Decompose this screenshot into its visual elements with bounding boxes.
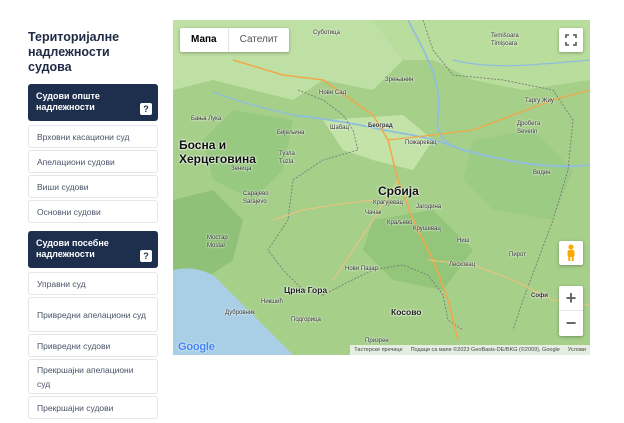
street-view-button[interactable] xyxy=(559,241,583,265)
map-label-sarajevo: Сарајево Sarajevo xyxy=(243,191,269,205)
map-label-bosnia: Босна и Херцеговина xyxy=(179,138,256,166)
map-label-krusevac: Крушевац xyxy=(413,226,441,232)
map-label-pozarevac: Пожаревац xyxy=(405,140,437,146)
group-header-label: Судови опште надлежности xyxy=(36,91,100,112)
map-attribution: Тастерске пречице Подаци са мапе ©2023 G… xyxy=(350,345,590,355)
fullscreen-icon xyxy=(565,34,577,46)
map-label-timisoara: Temišoara Timișoara xyxy=(491,33,519,47)
general-courts-group: Судови опште надлежности ? Врховни касац… xyxy=(28,84,158,223)
map-type-map-button[interactable]: Мапа xyxy=(180,28,229,52)
group-header-general-courts[interactable]: Судови опште надлежности ? xyxy=(28,84,158,121)
map-label-tuzla: Тузла Tuzla xyxy=(279,151,295,165)
list-item-misdemeanor-courts[interactable]: Прекршајни судови xyxy=(28,396,158,419)
help-icon[interactable]: ? xyxy=(140,103,152,115)
map-label-cacak: Чачак xyxy=(365,210,382,216)
map-label-sofija: Софи xyxy=(531,293,548,299)
map-view[interactable]: Босна и Херцеговина Србија Црна Гора Кос… xyxy=(173,20,590,355)
pegman-icon xyxy=(567,244,575,261)
list-item-commercial-courts[interactable]: Привредни судови xyxy=(28,334,158,357)
zoom-in-button[interactable]: + xyxy=(559,286,583,311)
google-logo: Google xyxy=(178,341,215,353)
map-label-nis: Ниш xyxy=(457,238,470,244)
map-type-satellite-button[interactable]: Сателит xyxy=(229,28,289,52)
list-item-basic-courts[interactable]: Основни судови xyxy=(28,200,158,223)
list-item-supreme-cassation-court[interactable]: Врховни касациони суд xyxy=(28,125,158,148)
map-label-zenica: Зеница xyxy=(231,166,252,172)
map-label-beograd: Београд xyxy=(368,123,393,129)
map-label-niksic: Никшић xyxy=(261,299,283,305)
zoom-out-button[interactable]: − xyxy=(559,311,583,336)
map-data-text: Подаци са мапе ©2023 GeoBasis-DE/BKG (©2… xyxy=(410,347,560,353)
list-item-appellate-courts[interactable]: Апелациони судови xyxy=(28,150,158,173)
map-label-dubrovnik: Дубровник xyxy=(225,310,255,316)
court-sidebar: Територијалне надлежности судова Судови … xyxy=(28,30,158,419)
special-courts-group: Судови посебне надлежности ? Управни суд… xyxy=(28,231,158,419)
map-label-novi-sad: Нови Сад xyxy=(319,90,347,96)
map-label-severin: Дробета Severin xyxy=(517,121,541,135)
map-label-sabac: Шабац xyxy=(330,125,349,131)
terms-link[interactable]: Услови xyxy=(568,345,586,355)
map-label-podgorica: Подгорица xyxy=(291,317,321,323)
zoom-control: + − xyxy=(559,286,583,336)
map-label-banja-luka: Бања Лука xyxy=(191,116,222,122)
map-label-leskovac: Лесковац xyxy=(449,262,476,268)
map-label-prizren: Призрен xyxy=(365,338,389,344)
map-label-bijeljina: Бијељина xyxy=(277,130,305,136)
map-label-subotica: Суботица xyxy=(313,30,340,36)
fullscreen-button[interactable] xyxy=(559,28,583,52)
group-header-special-courts[interactable]: Судови посебне надлежности ? xyxy=(28,231,158,268)
map-type-control: Мапа Сателит xyxy=(180,28,289,52)
keyboard-shortcuts-link[interactable]: Тастерске пречице xyxy=(354,345,402,355)
list-item-administrative-court[interactable]: Управни суд xyxy=(28,272,158,295)
list-item-misdemeanor-appellate-court[interactable]: Прекршајни апелациони суд xyxy=(28,359,158,394)
map-label-kosovo: Косово xyxy=(391,307,422,317)
help-icon[interactable]: ? xyxy=(140,250,152,262)
list-item-commercial-appellate-court[interactable]: Привредни апелациони суд xyxy=(28,297,158,332)
map-label-pirot: Пирот xyxy=(509,252,526,258)
page-title: Територијалне надлежности судова xyxy=(28,30,120,74)
list-item-higher-courts[interactable]: Виши судови xyxy=(28,175,158,198)
group-header-label: Судови посебне надлежности xyxy=(36,238,109,259)
map-label-crna-gora: Црна Гора xyxy=(284,285,328,295)
map-label-srbija: Србија xyxy=(378,184,419,198)
map-label-kragujevac: Крагујевац xyxy=(373,200,403,206)
map-label-zrenjanin: Зрењанин xyxy=(385,77,414,83)
map-label-kraljevo: Краљево xyxy=(387,220,413,226)
map-label-targu-jiu: Таргу Жиу xyxy=(525,98,554,104)
map-label-novi-pazar: Нови Пазар xyxy=(345,266,378,272)
map-label-mostar: Мостар Mostar xyxy=(207,235,228,249)
map-label-vidin: Видин xyxy=(533,170,551,176)
map-label-jagodina: Јагодина xyxy=(416,204,442,210)
